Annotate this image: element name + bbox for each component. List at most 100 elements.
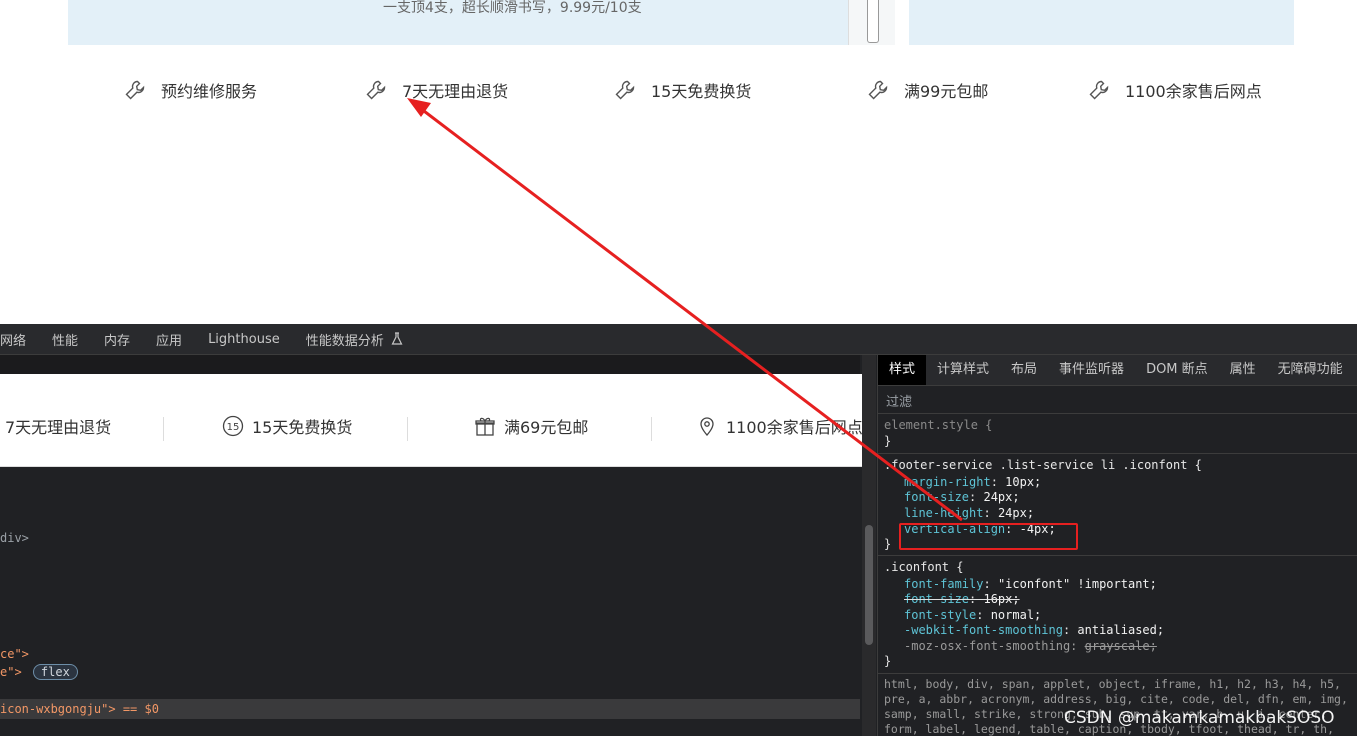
preview-toolbar bbox=[0, 355, 860, 375]
wrench-icon bbox=[615, 80, 635, 100]
rule-selector[interactable]: .footer-service .list-service li .iconfo… bbox=[884, 458, 1202, 473]
elements-scrollbar[interactable] bbox=[862, 355, 876, 736]
preview-item-return: 7天无理由退货 bbox=[5, 414, 111, 438]
tab-application[interactable]: 应用 bbox=[156, 330, 182, 349]
reset-selector-line[interactable]: html, body, div, span, applet, object, i… bbox=[884, 677, 1341, 692]
css-declaration[interactable]: font-style: normal; bbox=[904, 608, 1041, 623]
selected-node-row[interactable]: icon-wxbgongju"> == $0 bbox=[0, 699, 860, 719]
selected-node: icon-wxbgongju"> == $0 bbox=[0, 702, 159, 716]
property-name: font-size bbox=[904, 592, 970, 606]
promo-banner-pen bbox=[848, 0, 895, 45]
divider bbox=[878, 413, 1357, 414]
rule-close: } bbox=[884, 654, 892, 668]
rule-selector[interactable]: .iconfont { bbox=[884, 560, 963, 575]
pen-image bbox=[867, 0, 879, 43]
service-label: 预约维修服务 bbox=[161, 82, 258, 101]
property-name: font-size bbox=[904, 490, 970, 504]
property-name: font-family bbox=[904, 577, 984, 591]
preview-label: 1100余家售后网点 bbox=[726, 418, 863, 437]
tab-lighthouse[interactable]: Lighthouse bbox=[208, 332, 280, 347]
tab-accessibility[interactable]: 无障碍功能 bbox=[1267, 355, 1354, 385]
code-attr: e"> bbox=[0, 665, 22, 679]
preview-item-shipping: 满69元包邮 bbox=[474, 414, 588, 438]
rule-close: } bbox=[884, 537, 892, 551]
flex-badge[interactable]: flex bbox=[32, 664, 78, 680]
annotation-highlight-box bbox=[899, 523, 1078, 550]
tab-memory[interactable]: 内存 bbox=[104, 330, 130, 349]
gift-icon bbox=[475, 417, 495, 436]
promo-banner-right bbox=[909, 0, 1294, 45]
property-name: margin-right bbox=[904, 475, 991, 489]
css-declaration[interactable]: margin-right: 10px; bbox=[904, 475, 1041, 490]
devtools-tab-bar: 网络 性能 内存 应用 Lighthouse 性能数据分析 bbox=[0, 324, 1357, 355]
css-declaration[interactable]: font-family: "iconfont" !important; bbox=[904, 577, 1157, 592]
tab-performance-insights[interactable]: 性能数据分析 bbox=[306, 330, 404, 349]
service-item-exchange[interactable]: 15天免费换货 bbox=[613, 78, 751, 102]
property-value: 24px; bbox=[983, 490, 1020, 504]
promo-banner-left: 一支顶4支，超长顺滑书写，9.99元/10支 bbox=[68, 0, 894, 45]
css-declaration[interactable]: font-size: 24px; bbox=[904, 490, 1020, 505]
css-declaration[interactable]: line-height: 24px; bbox=[904, 506, 1034, 521]
property-name: -moz-osx-font-smoothing bbox=[904, 639, 1071, 653]
wrench-icon bbox=[366, 80, 386, 100]
css-declaration-inactive[interactable]: -moz-osx-font-smoothing: grayscale; bbox=[904, 639, 1157, 654]
watermark: CSDN @makamkamakbakSOSO bbox=[1064, 708, 1335, 728]
device-preview: 7天无理由退货 15 15天免费换货 满69元包邮 1100余家售后网点 bbox=[0, 374, 873, 467]
css-declaration-overridden[interactable]: font-size: 16px; bbox=[904, 592, 1020, 607]
property-value: 16px; bbox=[983, 592, 1020, 606]
property-value: grayscale; bbox=[1084, 639, 1157, 653]
property-name: line-height bbox=[904, 506, 984, 520]
tab-dom-breakpoints[interactable]: DOM 断点 bbox=[1135, 355, 1219, 385]
service-item-repair[interactable]: 预约维修服务 bbox=[123, 78, 257, 102]
property-value: "iconfont" !important; bbox=[997, 577, 1157, 591]
flask-icon bbox=[391, 332, 403, 345]
service-item-outlets[interactable]: 1100余家售后网点 bbox=[1087, 78, 1262, 102]
styles-filter-input[interactable]: 过滤 bbox=[886, 391, 912, 410]
banner-text: 一支顶4支，超长顺滑书写，9.99元/10支 bbox=[383, 0, 642, 16]
clock-15-icon: 15 bbox=[222, 415, 244, 437]
property-name: font-style bbox=[904, 608, 977, 622]
divider bbox=[651, 417, 652, 441]
preview-label: 7天无理由退货 bbox=[5, 418, 112, 437]
service-label: 满99元包邮 bbox=[904, 82, 989, 101]
tab-properties[interactable]: 属性 bbox=[1219, 355, 1267, 385]
code-line[interactable]: e"> flex bbox=[0, 664, 78, 680]
wrench-icon bbox=[868, 80, 888, 100]
property-value: 10px; bbox=[1005, 475, 1042, 489]
divider bbox=[878, 673, 1357, 674]
wrench-icon bbox=[125, 80, 145, 100]
property-value: 24px; bbox=[997, 506, 1035, 520]
scrollbar-thumb[interactable] bbox=[865, 525, 873, 645]
service-item-shipping[interactable]: 满99元包邮 bbox=[866, 78, 988, 102]
divider bbox=[163, 417, 164, 441]
property-name: -webkit-font-smoothing bbox=[904, 623, 1063, 637]
preview-item-outlets: 1100余家售后网点 bbox=[696, 414, 863, 438]
divider bbox=[407, 417, 408, 441]
selector: element.style { bbox=[884, 418, 993, 432]
code-line[interactable]: ce"> bbox=[0, 647, 29, 661]
tab-label: 性能数据分析 bbox=[305, 333, 384, 349]
tab-event-listeners[interactable]: 事件监听器 bbox=[1048, 355, 1135, 385]
devtools-panel: 网络 性能 内存 应用 Lighthouse 性能数据分析 7天无理由退货 15… bbox=[0, 324, 1357, 736]
code-line[interactable]: div> bbox=[0, 531, 29, 545]
svg-text:15: 15 bbox=[227, 422, 240, 433]
service-label: 15天免费换货 bbox=[651, 82, 752, 101]
preview-label: 15天免费换货 bbox=[252, 418, 353, 437]
tab-network[interactable]: 网络 bbox=[0, 330, 26, 349]
property-value: normal; bbox=[990, 608, 1042, 622]
tab-performance[interactable]: 性能 bbox=[52, 330, 78, 349]
service-label: 7天无理由退货 bbox=[402, 82, 509, 101]
reset-selector-line[interactable]: pre, a, abbr, acronym, address, big, cit… bbox=[884, 692, 1348, 707]
service-label: 1100余家售后网点 bbox=[1125, 82, 1262, 101]
service-item-return[interactable]: 7天无理由退货 bbox=[364, 78, 508, 102]
tab-styles[interactable]: 样式 bbox=[878, 355, 927, 385]
tab-layout[interactable]: 布局 bbox=[1000, 355, 1048, 385]
divider bbox=[878, 453, 1357, 454]
rule-close: } bbox=[884, 434, 892, 448]
wrench-icon bbox=[1089, 80, 1109, 100]
preview-item-exchange: 15 15天免费换货 bbox=[222, 414, 352, 438]
tab-computed[interactable]: 计算样式 bbox=[926, 355, 1000, 385]
element-style-rule[interactable]: element.style { bbox=[884, 418, 992, 433]
css-declaration[interactable]: -webkit-font-smoothing: antialiased; bbox=[904, 623, 1164, 638]
property-value: antialiased; bbox=[1077, 623, 1165, 637]
